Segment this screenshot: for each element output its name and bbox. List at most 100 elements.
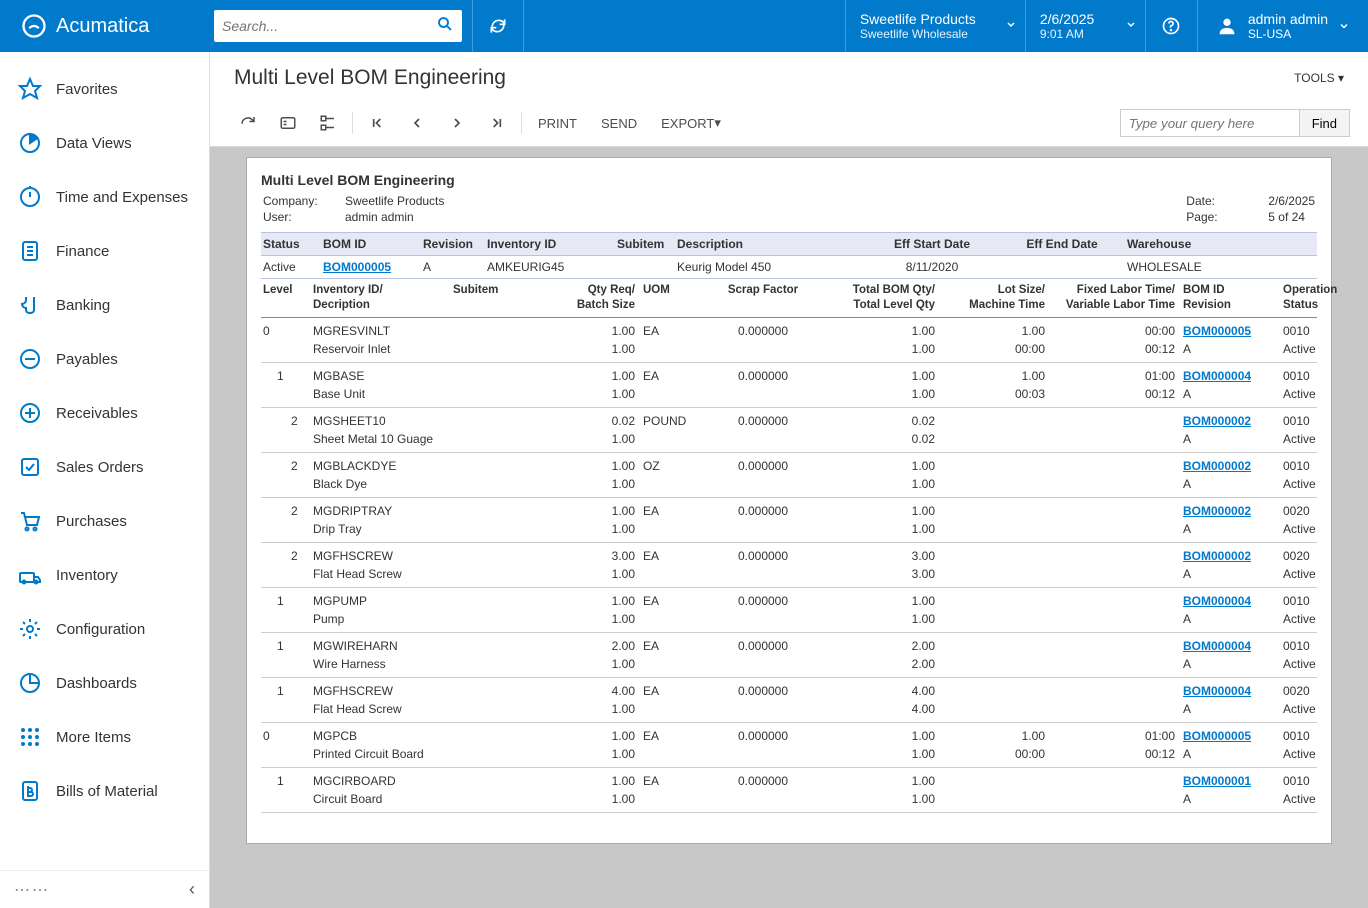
print-button[interactable]: PRINT	[526, 106, 589, 140]
sidebar-item-banking[interactable]: Banking	[0, 278, 209, 332]
more-icon[interactable]: ⋯⋯	[14, 880, 50, 900]
sidebar-icon	[18, 779, 42, 803]
sidebar-icon	[18, 347, 42, 371]
parameters-button[interactable]	[268, 106, 308, 140]
acumatica-icon	[20, 12, 48, 40]
sidebar-icon	[18, 293, 42, 317]
sidebar-item-payables[interactable]: Payables	[0, 332, 209, 386]
bom-link[interactable]: BOM000002	[1183, 414, 1251, 428]
detail-row: 1MGWIREHARNWire Harness2.001.00EA0.00000…	[261, 633, 1317, 678]
sidebar-item-time-and-expenses[interactable]: Time and Expenses	[0, 170, 209, 224]
sidebar-item-finance[interactable]: Finance	[0, 224, 209, 278]
user-menu[interactable]: admin admin SL-USA	[1197, 0, 1368, 52]
tools-menu[interactable]: TOOLS ▾	[1294, 71, 1344, 85]
export-button[interactable]: EXPORT ▾	[649, 106, 733, 140]
sidebar-icon	[18, 509, 42, 533]
sidebar-icon	[18, 563, 42, 587]
sidebar-label: Time and Expenses	[56, 189, 188, 206]
sidebar-icon	[18, 185, 42, 209]
refresh-icon	[488, 16, 508, 36]
find-button[interactable]: Find	[1300, 109, 1350, 137]
sidebar-item-favorites[interactable]: Favorites	[0, 62, 209, 116]
bom-link[interactable]: BOM000001	[1183, 774, 1251, 788]
search-icon[interactable]	[436, 15, 454, 38]
sidebar: Favorites Data Views Time and Expenses Fina…	[0, 52, 210, 908]
sidebar-label: Inventory	[56, 567, 118, 584]
sidebar-item-bills-of-material[interactable]: Bills of Material	[0, 764, 209, 818]
sidebar-item-more-items[interactable]: More Items	[0, 710, 209, 764]
groups-button[interactable]	[308, 106, 348, 140]
sidebar-icon	[18, 671, 42, 695]
detail-row: 1MGPUMPPump1.001.00EA0.0000001.001.00BOM…	[261, 588, 1317, 633]
bom-link[interactable]: BOM000005	[1183, 324, 1251, 338]
chevron-down-icon	[1338, 20, 1350, 32]
bom-main-row: Active BOM000005 A AMKEURIG45 Keurig Mod…	[261, 256, 1317, 279]
sidebar-label: Bills of Material	[56, 783, 158, 800]
query-input[interactable]	[1120, 109, 1300, 137]
bom-link[interactable]: BOM000005	[1183, 729, 1251, 743]
sidebar-icon	[18, 617, 42, 641]
sidebar-label: More Items	[56, 729, 131, 746]
detail-header-row: Level Inventory ID/ Decription Subitem Q…	[261, 279, 1317, 318]
help-button[interactable]	[1145, 0, 1197, 52]
company-selector[interactable]: Sweetlife Products Sweetlife Wholesale	[845, 0, 1025, 52]
sidebar-item-purchases[interactable]: Purchases	[0, 494, 209, 548]
search-input[interactable]	[222, 18, 436, 34]
detail-row: 0MGRESVINLTReservoir Inlet1.001.00EA0.00…	[261, 318, 1317, 363]
page-title: Multi Level BOM Engineering	[234, 66, 506, 90]
detail-row: 1MGFHSCREWFlat Head Screw4.001.00EA0.000…	[261, 678, 1317, 723]
bom-link[interactable]: BOM000004	[1183, 684, 1251, 698]
topbar: Acumatica Sweetlife Products Sweetlife W…	[0, 0, 1368, 52]
bom-link[interactable]: BOM000002	[1183, 549, 1251, 563]
bom-link[interactable]: BOM000004	[1183, 639, 1251, 653]
business-date[interactable]: 2/6/2025 9:01 AM	[1025, 0, 1145, 52]
sidebar-item-inventory[interactable]: Inventory	[0, 548, 209, 602]
chevron-down-icon	[1125, 19, 1137, 34]
sidebar-label: Banking	[56, 297, 110, 314]
bom-link[interactable]: BOM000005	[323, 260, 391, 274]
bom-link[interactable]: BOM000004	[1183, 594, 1251, 608]
send-button[interactable]: SEND	[589, 106, 649, 140]
first-page-button[interactable]	[357, 106, 397, 140]
sidebar-icon	[18, 77, 42, 101]
global-search[interactable]	[214, 10, 462, 42]
detail-row: 1MGCIRBOARDCircuit Board1.001.00EA0.0000…	[261, 768, 1317, 813]
sidebar-footer: ⋯⋯ ‹	[0, 870, 209, 908]
bom-link[interactable]: BOM000002	[1183, 459, 1251, 473]
sidebar-label: Configuration	[56, 621, 145, 638]
last-page-button[interactable]	[477, 106, 517, 140]
bom-link[interactable]: BOM000002	[1183, 504, 1251, 518]
sidebar-item-dashboards[interactable]: Dashboards	[0, 656, 209, 710]
sidebar-item-configuration[interactable]: Configuration	[0, 602, 209, 656]
sidebar-label: Receivables	[56, 405, 138, 422]
sidebar-item-data-views[interactable]: Data Views	[0, 116, 209, 170]
prev-page-button[interactable]	[397, 106, 437, 140]
sidebar-label: Data Views	[56, 135, 132, 152]
detail-row: 2MGSHEET10Sheet Metal 10 Guage0.021.00PO…	[261, 408, 1317, 453]
sidebar-label: Purchases	[56, 513, 127, 530]
detail-row: 2MGBLACKDYEBlack Dye1.001.00OZ0.0000001.…	[261, 453, 1317, 498]
report-title: Multi Level BOM Engineering	[261, 172, 1317, 188]
sidebar-label: Finance	[56, 243, 109, 260]
report-viewer: Multi Level BOM Engineering Company:Swee…	[246, 157, 1332, 844]
sidebar-icon	[18, 131, 42, 155]
sidebar-icon	[18, 455, 42, 479]
sidebar-label: Sales Orders	[56, 459, 144, 476]
sidebar-item-receivables[interactable]: Receivables	[0, 386, 209, 440]
detail-row: 2MGFHSCREWFlat Head Screw3.001.00EA0.000…	[261, 543, 1317, 588]
bom-link[interactable]: BOM000004	[1183, 369, 1251, 383]
chevron-down-icon	[1005, 19, 1017, 34]
collapse-icon[interactable]: ‹	[189, 879, 195, 900]
next-page-button[interactable]	[437, 106, 477, 140]
report-toolbar: PRINT SEND EXPORT ▾ Find	[210, 100, 1368, 147]
user-icon	[1216, 15, 1238, 37]
sidebar-icon	[18, 725, 42, 749]
sidebar-label: Dashboards	[56, 675, 137, 692]
sidebar-icon	[18, 401, 42, 425]
detail-row: 1MGBASEBase Unit1.001.00EA0.0000001.001.…	[261, 363, 1317, 408]
refresh-button[interactable]	[472, 0, 524, 52]
sidebar-icon	[18, 239, 42, 263]
refresh-button[interactable]	[228, 106, 268, 140]
brand-logo[interactable]: Acumatica	[0, 12, 210, 40]
sidebar-item-sales-orders[interactable]: Sales Orders	[0, 440, 209, 494]
